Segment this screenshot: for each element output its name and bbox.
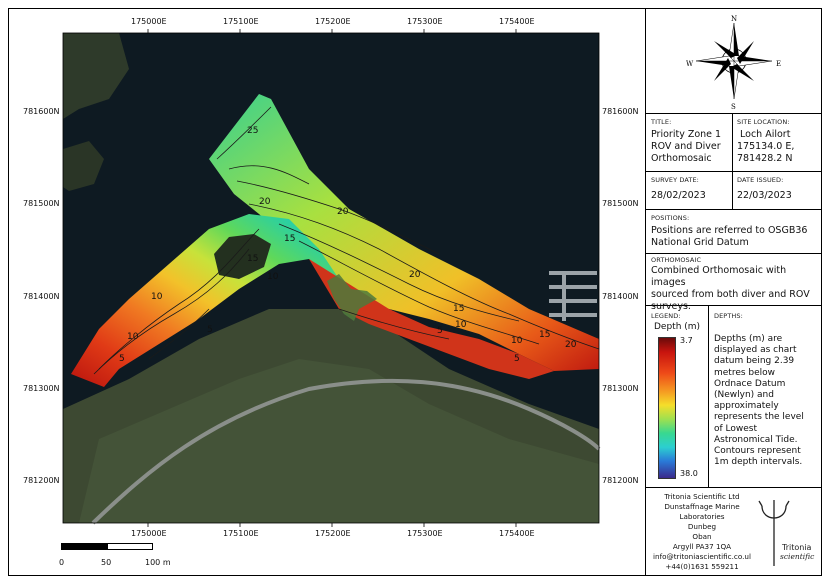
legend-max: 38.0 [680, 469, 698, 478]
contour-label: 15 [539, 330, 550, 340]
scale-label: 100 m [145, 558, 171, 567]
contour-label: 20 [337, 207, 349, 217]
legend-min: 3.7 [680, 336, 693, 345]
coord-left: 781600N [23, 107, 60, 116]
scale-label: 0 [59, 558, 65, 567]
coord-top: 175200E [315, 17, 351, 26]
coord-bottom: 175100E [223, 529, 259, 538]
contour-label: 10 [151, 292, 163, 302]
contour-label: 20 [565, 340, 577, 350]
date-issued-value: 22/03/2023 [737, 190, 792, 201]
coord-right: 781300N [602, 384, 639, 393]
scale-seg-black [61, 543, 107, 550]
bathymetry-map[interactable]: 25 20 20 15 20 15 10 10 15 10 5 10 5 5 1… [9, 9, 647, 577]
contour-label: 10 [455, 320, 467, 330]
coord-top: 175400E [499, 17, 535, 26]
coord-bottom: 175000E [131, 529, 167, 538]
contour-label: 20 [409, 270, 421, 280]
compass-cell: N S E W [646, 9, 822, 114]
positions-label: POSITIONS: [651, 214, 690, 222]
scale-bar: 0 50 100 m [59, 543, 281, 583]
map-frame: 25 20 20 15 20 15 10 10 15 10 5 10 5 5 1… [8, 8, 646, 576]
depths-value: Depths (m) are displayed as chart datum … [714, 334, 804, 468]
coord-bottom: 175400E [499, 529, 535, 538]
title-cell: TITLE: Priority Zone 1 ROV and Diver Ort… [646, 114, 822, 172]
compass-rose-icon: N S E W [686, 15, 781, 111]
legend-title: Depth (m) [654, 322, 701, 332]
contour-label: 10 [127, 332, 139, 342]
site-location-value: Loch Ailort 175134.0 E, 781428.2 N [737, 129, 795, 164]
contour-label: 5 [437, 326, 443, 336]
contour-label: 5 [207, 325, 213, 335]
dates-cell: SURVEY DATE: 28/02/2023 DATE ISSUED: 22/… [646, 172, 822, 210]
scale-seg-white [107, 543, 153, 550]
coord-left: 781500N [23, 199, 60, 208]
depth-colorbar [658, 337, 676, 479]
contour-label: 15 [247, 254, 258, 264]
coord-right: 781600N [602, 107, 639, 116]
compass-s: S [731, 103, 736, 111]
scale-label: 50 [101, 558, 112, 567]
title-value: Priority Zone 1 ROV and Diver Orthomosai… [651, 129, 722, 164]
contour-label: 10 [267, 272, 279, 282]
coord-left: 781200N [23, 476, 60, 485]
compass-n: N [731, 15, 737, 23]
contour-label: 20 [259, 197, 271, 207]
title-label: TITLE: [651, 118, 672, 126]
coord-top: 175300E [407, 17, 443, 26]
legend-label: LEGEND: [651, 312, 681, 320]
positions-cell: POSITIONS: Positions are referred to OSG… [646, 210, 822, 254]
orthomosaic-cell: ORTHOMOSAIC Combined Orthomosaic with im… [646, 254, 822, 312]
contour-label: 10 [511, 336, 523, 346]
contour-label: 15 [453, 304, 464, 314]
compass-e: E [776, 60, 781, 68]
survey-date-value: 28/02/2023 [651, 190, 706, 201]
company-address: Tritonia Scientific Ltd Dunstaffnage Mar… [653, 492, 751, 571]
contour-label: 5 [514, 354, 520, 364]
coord-right: 781500N [602, 199, 639, 208]
depths-label: DEPTHS: [714, 312, 743, 320]
info-panel: N S E W TITLE: Priority Zone 1 ROV and D… [646, 8, 822, 576]
survey-date-label: SURVEY DATE: [651, 176, 699, 184]
contour-label: 15 [284, 234, 295, 244]
company-cell: Tritonia Scientific Ltd Dunstaffnage Mar… [646, 488, 822, 577]
coord-right: 781400N [602, 292, 639, 301]
legend-cell: LEGEND: Depth (m) 3.7 38.0 DEPTHS: Depth… [646, 306, 822, 488]
trident-logo-icon: Tritonia scientific [758, 500, 815, 566]
positions-value: Positions are referred to OSGB36 Nationa… [651, 225, 808, 248]
coord-right: 781200N [602, 476, 639, 485]
compass-w: W [686, 60, 694, 68]
logo-text-tritonia: Tritonia [781, 543, 812, 552]
coord-left: 781400N [23, 292, 60, 301]
date-issued-label: DATE ISSUED: [737, 176, 784, 184]
site-location-label: SITE LOCATION: [737, 118, 790, 126]
coord-left: 781300N [23, 384, 60, 393]
contour-label: 5 [119, 354, 125, 364]
coord-top: 175000E [131, 17, 167, 26]
contour-label: 25 [247, 126, 258, 136]
orthomosaic-label: ORTHOMOSAIC [651, 256, 702, 264]
coord-top: 175100E [223, 17, 259, 26]
logo-text-scientific: scientific [780, 552, 815, 561]
coord-bottom: 175200E [315, 529, 351, 538]
coord-bottom: 175300E [407, 529, 443, 538]
